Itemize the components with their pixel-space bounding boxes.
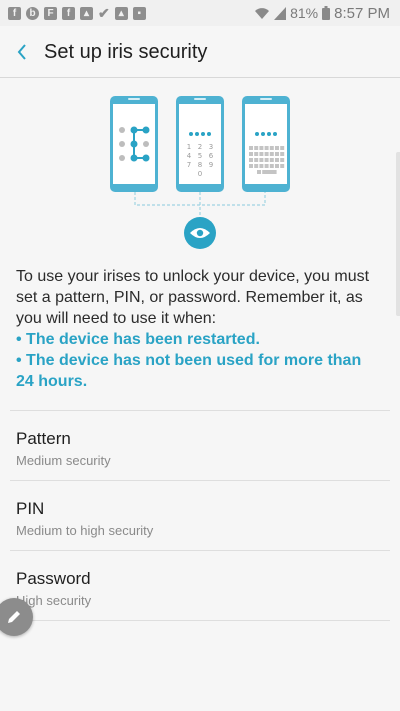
pin-digit: 3 bbox=[209, 143, 213, 151]
keyboard-key bbox=[259, 146, 264, 150]
edge-panel-handle[interactable] bbox=[396, 152, 400, 316]
keyboard-key bbox=[254, 146, 259, 150]
keyboard-key bbox=[257, 170, 261, 174]
bullet-restarted: • The device has been restarted. bbox=[16, 331, 260, 348]
keyboard-key bbox=[269, 152, 274, 156]
pin-digit: 7 bbox=[187, 161, 191, 169]
keyboard-key bbox=[264, 146, 269, 150]
lock-type-list: Pattern Medium security PIN Medium to hi… bbox=[10, 410, 390, 621]
keyboard-key bbox=[249, 146, 253, 150]
page-title: Set up iris security bbox=[44, 40, 208, 63]
bullet-not-used: • The device has not been used for more … bbox=[16, 352, 362, 390]
keyboard-key bbox=[275, 146, 279, 150]
beats-icon: b bbox=[26, 6, 39, 20]
battery-icon bbox=[322, 6, 331, 20]
back-arrow-icon bbox=[17, 44, 26, 60]
status-bar: f b F f ▴ ✔ ▴ ▪ 81% 8:57 PM bbox=[0, 0, 400, 26]
keyboard-key bbox=[254, 164, 259, 168]
eye-icon bbox=[184, 217, 216, 249]
keyboard-key bbox=[259, 152, 264, 156]
iris-illustration: 123 456 7890 bbox=[0, 92, 400, 252]
briefcase-icon: ▪ bbox=[132, 6, 146, 20]
keyboard-key bbox=[280, 164, 285, 168]
keyboard-key bbox=[269, 164, 274, 168]
image-icon: ▴ bbox=[114, 6, 128, 20]
password-phone-illustration bbox=[242, 96, 290, 192]
description-text: To use your irises to unlock your device… bbox=[16, 268, 370, 327]
battery-percent: 81% bbox=[290, 5, 319, 21]
app-bar: Set up iris security bbox=[0, 26, 400, 78]
pin-digit: 0 bbox=[198, 170, 202, 178]
signal-icon bbox=[274, 6, 287, 20]
facebook-icon: f bbox=[8, 6, 21, 20]
check-icon: ✔ bbox=[98, 4, 110, 21]
option-subtitle: Medium security bbox=[16, 453, 111, 468]
keyboard-key bbox=[264, 158, 269, 162]
keyboard-key bbox=[275, 158, 279, 162]
keyboard-key bbox=[264, 152, 269, 156]
back-button[interactable] bbox=[0, 26, 44, 78]
keyboard-key bbox=[269, 146, 274, 150]
clock: 8:57 PM bbox=[334, 4, 390, 22]
keyboard-key bbox=[267, 170, 272, 174]
keyboard-key bbox=[272, 170, 277, 174]
option-title: Password bbox=[16, 569, 91, 588]
wifi-icon bbox=[254, 6, 270, 20]
pin-digit: 2 bbox=[198, 143, 202, 151]
pin-digit: 1 bbox=[187, 143, 191, 151]
keyboard-key bbox=[254, 152, 259, 156]
option-password[interactable]: Password High security bbox=[10, 550, 390, 621]
keyboard-key bbox=[259, 164, 264, 168]
keyboard-key bbox=[280, 146, 285, 150]
header-divider bbox=[0, 77, 400, 78]
pencil-icon bbox=[8, 611, 20, 623]
iris-description: To use your irises to unlock your device… bbox=[16, 266, 378, 392]
keyboard-key bbox=[280, 158, 285, 162]
keyboard-key bbox=[249, 164, 253, 168]
keyboard-key bbox=[269, 158, 274, 162]
keyboard-key bbox=[275, 152, 279, 156]
pin-phone-illustration: 1 2 3 4 5 6 7 8 90 bbox=[176, 96, 224, 192]
keyboard-key bbox=[254, 158, 259, 162]
pin-digit: 4 bbox=[187, 152, 192, 160]
image-icon: ▴ bbox=[80, 6, 93, 20]
pin-digit: 9 bbox=[209, 161, 213, 169]
flipboard-icon: F bbox=[44, 6, 57, 20]
pattern-phone-illustration bbox=[110, 96, 158, 192]
edit-fab-button[interactable] bbox=[0, 598, 33, 636]
pin-digit: 8 bbox=[198, 161, 202, 169]
notification-icons: f b F f ▴ ✔ ▴ ▪ bbox=[0, 5, 146, 22]
pin-digit: 6 bbox=[209, 152, 214, 160]
facebook-icon: f bbox=[62, 6, 75, 20]
keyboard-key bbox=[264, 164, 269, 168]
keyboard-key bbox=[249, 152, 253, 156]
keyboard-key bbox=[280, 152, 285, 156]
option-title: PIN bbox=[16, 499, 45, 518]
keyboard-key bbox=[259, 158, 264, 162]
status-right: 81% 8:57 PM bbox=[254, 0, 390, 26]
keyboard-key bbox=[249, 158, 253, 162]
keyboard-key bbox=[275, 164, 279, 168]
option-pattern[interactable]: Pattern Medium security bbox=[10, 410, 390, 480]
option-subtitle: Medium to high security bbox=[16, 523, 154, 538]
pin-digit: 5 bbox=[198, 152, 202, 160]
option-title: Pattern bbox=[16, 429, 71, 448]
option-pin[interactable]: PIN Medium to high security bbox=[10, 480, 390, 550]
